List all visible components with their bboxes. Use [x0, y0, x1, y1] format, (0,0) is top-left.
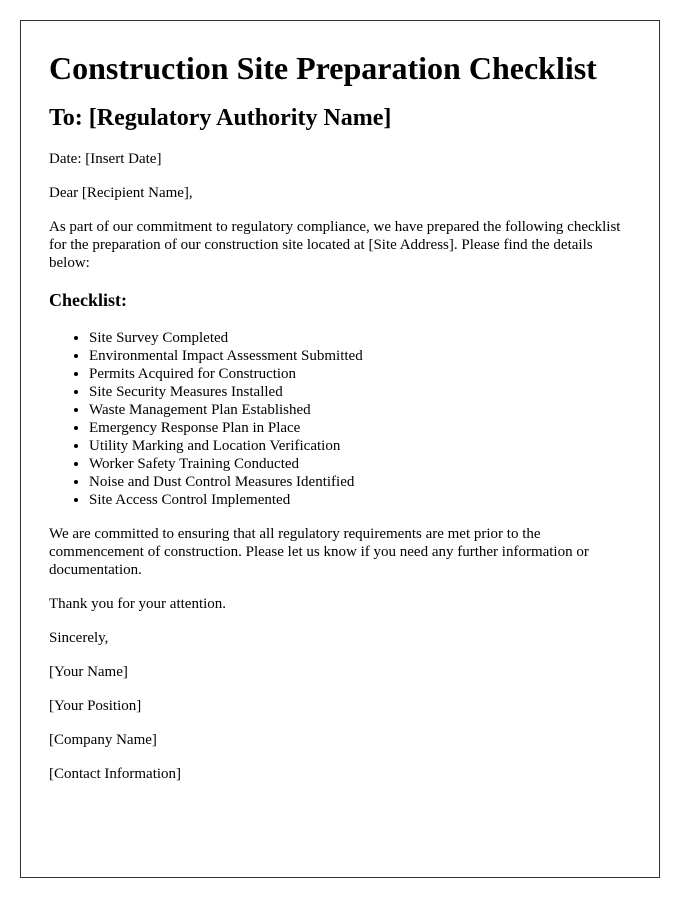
checklist-item: Emergency Response Plan in Place — [89, 419, 631, 437]
closing-paragraph: We are committed to ensuring that all re… — [49, 526, 589, 578]
checklist-item: Environmental Impact Assessment Submitte… — [89, 347, 631, 365]
signature-contact: [Contact Information] — [49, 766, 182, 782]
signature-position: [Your Position] — [49, 698, 142, 714]
signature-name: [Your Name] — [49, 664, 128, 680]
intro-paragraph: As part of our commitment to regulatory … — [49, 219, 621, 271]
checklist-item: Utility Marking and Location Verificatio… — [89, 437, 631, 455]
recipient-heading: To: [Regulatory Authority Name] — [49, 105, 392, 131]
letter-page: Construction Site Preparation Checklist … — [20, 20, 660, 878]
checklist-item: Permits Acquired for Construction — [89, 365, 631, 383]
signoff: Sincerely, — [49, 630, 109, 646]
date-line: Date: [Insert Date] — [49, 151, 162, 167]
document-title: Construction Site Preparation Checklist — [49, 50, 597, 86]
checklist-item: Worker Safety Training Conducted — [89, 455, 631, 473]
salutation: Dear [Recipient Name], — [49, 185, 193, 201]
signature-company: [Company Name] — [49, 732, 157, 748]
thanks-line: Thank you for your attention. — [49, 596, 227, 612]
checklist-item: Site Survey Completed — [89, 329, 631, 347]
checklist-item: Waste Management Plan Established — [89, 401, 631, 419]
checklist-item: Noise and Dust Control Measures Identifi… — [89, 473, 631, 491]
checklist-item: Site Security Measures Installed — [89, 383, 631, 401]
checklist: Site Survey Completed Environmental Impa… — [49, 329, 631, 509]
checklist-item: Site Access Control Implemented — [89, 491, 631, 509]
checklist-heading: Checklist: — [49, 290, 127, 310]
